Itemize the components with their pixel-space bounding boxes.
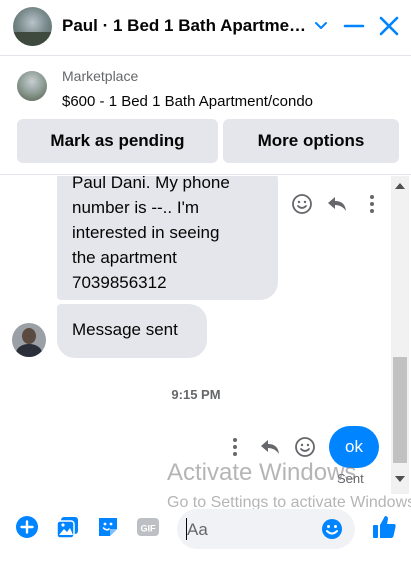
react-emoji-icon[interactable]	[290, 192, 314, 216]
react-emoji-icon[interactable]	[293, 435, 317, 459]
more-actions-icon[interactable]	[223, 435, 247, 459]
avatar-body	[16, 344, 42, 357]
conversation-pane[interactable]: Paul Dani. My phone number is --.. I'm i…	[0, 176, 411, 494]
more-actions-icon[interactable]	[360, 192, 384, 216]
conversation-scrollbar[interactable]	[391, 176, 409, 494]
activate-windows-watermark: Activate Windows	[167, 459, 357, 486]
mark-as-pending-button[interactable]: Mark as pending	[17, 119, 218, 163]
reply-icon[interactable]	[258, 435, 282, 459]
plus-circle-icon[interactable]	[14, 514, 40, 540]
close-icon[interactable]	[378, 15, 400, 37]
message-line: number is --.. I'm	[72, 198, 199, 217]
scroll-down-arrow-icon[interactable]	[395, 476, 405, 482]
contact-avatar[interactable]	[13, 7, 52, 46]
message-composer: GIF Aa	[0, 504, 411, 554]
thumbs-up-icon[interactable]	[370, 513, 398, 541]
incoming-message-bubble[interactable]: Paul Dani. My phone number is --.. I'm i…	[57, 176, 278, 300]
listing-source-label: Marketplace	[62, 68, 139, 84]
message-line: interested in seeing	[72, 223, 220, 242]
message-input-placeholder: Aa	[187, 520, 208, 539]
message-line: 7039856312	[72, 273, 167, 292]
incoming-message-bubble[interactable]: Message sent	[57, 304, 207, 358]
sticker-icon[interactable]	[95, 514, 121, 540]
chevron-down-icon[interactable]	[311, 16, 331, 36]
svg-text:GIF: GIF	[141, 524, 157, 534]
sender-avatar[interactable]	[12, 323, 46, 357]
message-input[interactable]: Aa	[177, 509, 355, 549]
scrollbar-thumb[interactable]	[393, 357, 407, 463]
more-options-button[interactable]: More options	[223, 119, 399, 163]
listing-description[interactable]: $600 - 1 Bed 1 Bath Apartment/condo	[62, 93, 313, 110]
chat-header: Paul · 1 Bed 1 Bath Apartment/condo	[0, 0, 411, 56]
gif-icon[interactable]: GIF	[135, 514, 161, 540]
message-line: the apartment	[72, 248, 177, 267]
avatar-head	[22, 328, 36, 344]
photo-gallery-icon[interactable]	[55, 514, 81, 540]
marketplace-listing-card: Marketplace $600 - 1 Bed 1 Bath Apartmen…	[0, 57, 411, 175]
message-timestamp: 9:15 PM	[171, 387, 221, 402]
minimize-icon[interactable]	[343, 15, 365, 37]
scroll-up-arrow-icon[interactable]	[395, 183, 405, 189]
chat-title[interactable]: Paul · 1 Bed 1 Bath Apartment/condo	[62, 16, 307, 36]
reply-icon[interactable]	[325, 192, 349, 216]
message-line: Paul Dani. My phone	[72, 176, 230, 192]
listing-thumbnail[interactable]	[17, 71, 47, 101]
emoji-icon[interactable]	[320, 517, 344, 541]
